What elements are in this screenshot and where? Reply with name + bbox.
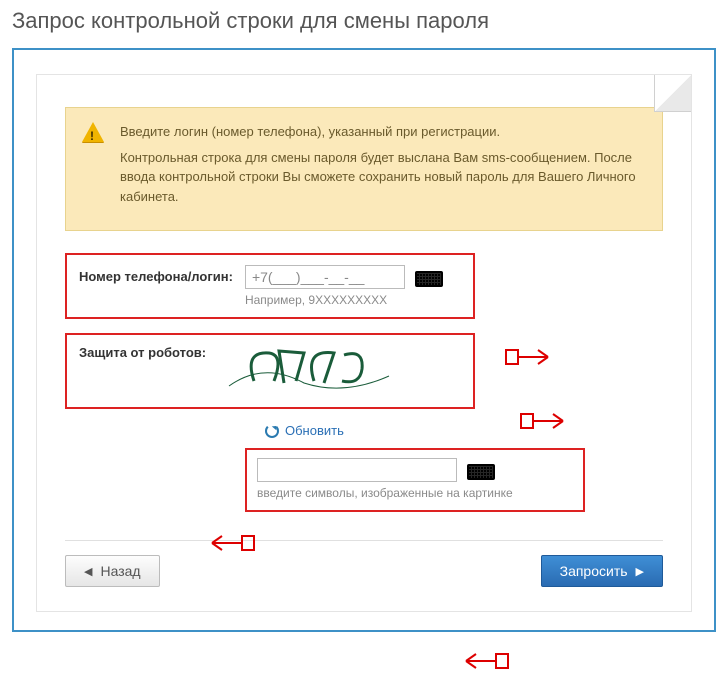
- phone-field-box: Номер телефона/логин: Например, 9XXXXXXX…: [65, 253, 475, 319]
- notice-line-2: Контрольная строка для смены пароля буде…: [120, 148, 646, 207]
- chevron-right-icon: ▶: [636, 565, 644, 578]
- refresh-icon[interactable]: [265, 424, 279, 438]
- captcha-input[interactable]: [257, 458, 457, 482]
- phone-input[interactable]: [245, 265, 405, 289]
- back-button-label: Назад: [100, 563, 140, 579]
- virtual-keyboard-icon[interactable]: [467, 464, 495, 480]
- annotation-arrow: [504, 346, 550, 368]
- phone-label: Номер телефона/логин:: [79, 265, 233, 284]
- annotation-arrow: [210, 532, 256, 554]
- info-notice: Введите логин (номер телефона), указанны…: [65, 107, 663, 231]
- main-panel: Введите логин (номер телефона), указанны…: [12, 48, 716, 632]
- button-row: ◀ Назад Запросить ▶: [65, 540, 663, 587]
- virtual-keyboard-icon[interactable]: [415, 271, 443, 287]
- captcha-box: Защита от роботов:: [65, 333, 475, 409]
- annotation-arrow: [519, 410, 565, 432]
- captcha-image: [224, 341, 394, 397]
- annotation-arrow: [464, 650, 510, 672]
- submit-button[interactable]: Запросить ▶: [541, 555, 663, 587]
- captcha-label: Защита от роботов:: [79, 341, 206, 360]
- chevron-left-icon: ◀: [84, 565, 92, 578]
- back-button[interactable]: ◀ Назад: [65, 555, 160, 587]
- page-title: Запрос контрольной строки для смены паро…: [0, 0, 728, 48]
- notice-line-1: Введите логин (номер телефона), указанны…: [120, 122, 646, 142]
- warning-icon: [82, 122, 104, 142]
- captcha-refresh-link[interactable]: Обновить: [285, 423, 344, 438]
- captcha-refresh-row: Обновить: [265, 423, 663, 438]
- captcha-input-box: введите символы, изображенные на картинк…: [245, 448, 585, 512]
- form-card: Введите логин (номер телефона), указанны…: [36, 74, 692, 612]
- phone-hint: Например, 9XXXXXXXXX: [245, 293, 461, 307]
- captcha-hint: введите символы, изображенные на картинк…: [257, 486, 573, 500]
- submit-button-label: Запросить: [560, 563, 628, 579]
